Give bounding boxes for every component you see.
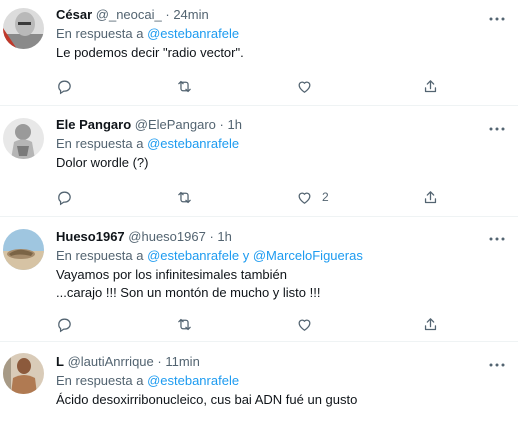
reply-context: En respuesta a @estebanrafele <box>56 372 510 390</box>
timestamp[interactable]: 1h <box>217 229 231 244</box>
like-icon <box>298 319 311 331</box>
tweet-text: Le podemos decir "radio vector". <box>56 44 510 62</box>
tweet-text: Ácido desoxirribonucleico, cus bai ADN f… <box>56 391 510 409</box>
reply-button[interactable] <box>56 187 73 207</box>
retweet-button[interactable] <box>176 187 193 207</box>
share-button[interactable] <box>422 76 439 96</box>
separator-dot: · <box>209 229 214 244</box>
timestamp[interactable]: 11min <box>165 354 199 369</box>
like-button[interactable] <box>296 314 322 334</box>
tweet-header: César @_neocai_ · 24min <box>56 6 510 24</box>
more-options-icon[interactable] <box>488 120 506 138</box>
retweet-button[interactable] <box>176 314 193 334</box>
tweet-text-line: Le podemos decir "radio vector". <box>56 45 244 60</box>
avatar[interactable] <box>3 8 44 49</box>
user-handle[interactable]: @lautiAnrrique <box>68 354 154 369</box>
tweet-header: L @lautiAnrrique · 11min <box>56 353 510 371</box>
tweet-text-line: Ácido desoxirribonucleico, cus bai ADN f… <box>56 392 358 407</box>
like-icon <box>298 192 311 204</box>
more-options-icon[interactable] <box>488 10 506 28</box>
tweet-actions: 2 <box>56 187 456 207</box>
separator-dot: · <box>219 117 224 132</box>
tweet-text-line: ...carajo !!! Son un montón de mucho y l… <box>56 285 321 300</box>
mention-link[interactable]: @estebanrafele <box>147 373 239 388</box>
tweet-actions <box>56 76 456 96</box>
separator-dot: · <box>165 7 170 22</box>
avatar[interactable] <box>3 353 44 394</box>
separator-dot: · <box>157 354 162 369</box>
reply-prefix: En respuesta a <box>56 26 144 41</box>
tweet-header: Ele Pangaro @ElePangaro · 1h <box>56 116 510 134</box>
tweet-actions <box>56 314 456 334</box>
reply-button[interactable] <box>56 76 73 96</box>
mention-joiner: y <box>242 248 250 263</box>
user-handle[interactable]: @ElePangaro <box>135 117 216 132</box>
reply-icon <box>58 318 71 332</box>
share-icon <box>424 190 437 203</box>
mention-link[interactable]: @estebanrafele <box>147 248 239 263</box>
like-count: 2 <box>322 190 329 204</box>
retweet-icon <box>178 318 191 330</box>
tweet-text-line: Vayamos por los infinitesimales también <box>56 267 287 282</box>
share-icon <box>424 79 437 92</box>
tweet-text: Dolor wordle (?) <box>56 154 510 172</box>
reply-icon <box>58 191 71 205</box>
share-button[interactable] <box>422 314 439 334</box>
mention-link[interactable]: @estebanrafele <box>147 136 239 151</box>
tweet-header: Hueso1967 @hueso1967 · 1h <box>56 228 510 246</box>
more-options-icon[interactable] <box>488 230 506 248</box>
tweet-text: Vayamos por los infinitesimales también … <box>56 266 510 302</box>
reply-context: En respuesta a @estebanrafele <box>56 25 510 43</box>
share-button[interactable] <box>422 187 439 207</box>
mention-link[interactable]: @estebanrafele <box>147 26 239 41</box>
reply-context: En respuesta a @estebanrafele y @Marcelo… <box>56 247 510 265</box>
avatar[interactable] <box>3 118 44 159</box>
display-name[interactable]: César <box>56 7 92 22</box>
reply-context: En respuesta a @estebanrafele <box>56 135 510 153</box>
display-name[interactable]: Hueso1967 <box>56 229 125 244</box>
retweet-icon <box>178 80 191 92</box>
display-name[interactable]: Ele Pangaro <box>56 117 131 132</box>
timestamp[interactable]: 24min <box>173 7 208 22</box>
mention-link[interactable]: @MarceloFigueras <box>253 248 363 263</box>
reply-tweet[interactable]: Hueso1967 @hueso1967 · 1h En respuesta a… <box>0 217 518 342</box>
like-icon <box>298 81 311 93</box>
timestamp[interactable]: 1h <box>228 117 242 132</box>
reply-prefix: En respuesta a <box>56 373 144 388</box>
retweet-button[interactable] <box>176 76 193 96</box>
reply-prefix: En respuesta a <box>56 248 144 263</box>
reply-tweet[interactable]: Ele Pangaro @ElePangaro · 1h En respuest… <box>0 106 518 217</box>
share-icon <box>424 317 437 330</box>
reply-prefix: En respuesta a <box>56 136 144 151</box>
user-handle[interactable]: @_neocai_ <box>96 7 162 22</box>
more-options-icon[interactable] <box>488 356 506 374</box>
reply-button[interactable] <box>56 314 73 334</box>
avatar[interactable] <box>3 229 44 270</box>
tweet-text-line: Dolor wordle (?) <box>56 155 149 170</box>
reply-icon <box>58 80 71 94</box>
like-button[interactable] <box>296 76 322 96</box>
like-button[interactable]: 2 <box>296 187 329 207</box>
display-name[interactable]: L <box>56 354 64 369</box>
retweet-icon <box>178 191 191 203</box>
reply-tweet[interactable]: César @_neocai_ · 24min En respuesta a @… <box>0 0 518 106</box>
reply-tweet[interactable]: L @lautiAnrrique · 11min En respuesta a … <box>0 342 518 423</box>
user-handle[interactable]: @hueso1967 <box>128 229 206 244</box>
